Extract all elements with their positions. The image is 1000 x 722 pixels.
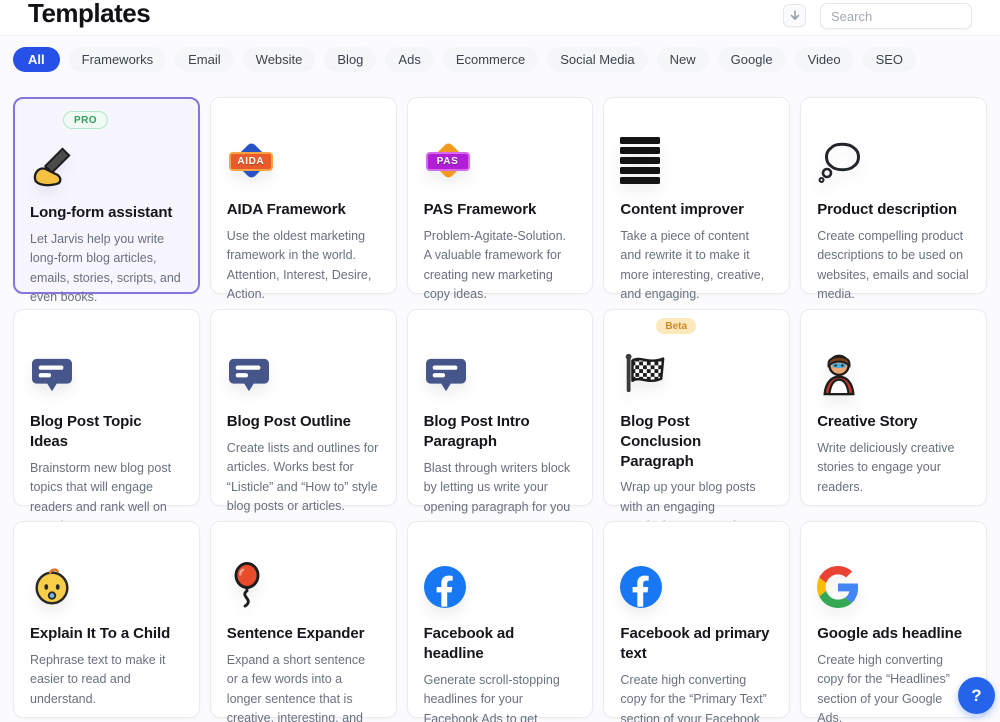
pas-badge-icon: PAS [424, 138, 577, 184]
tab-all[interactable]: All [13, 47, 60, 72]
template-card-aida-framework[interactable]: AIDA AIDA Framework Use the oldest marke… [210, 97, 397, 294]
speech-bubble-icon [424, 350, 577, 396]
facebook-icon [620, 562, 773, 608]
page-title: Templates [28, 0, 150, 29]
card-title: Blog Post Conclusion Paragraph [620, 412, 773, 471]
tab-ecommerce[interactable]: Ecommerce [443, 47, 538, 72]
google-icon [817, 562, 970, 608]
card-description: Create high converting copy for the “Pri… [620, 671, 773, 722]
card-description: Problem-Agitate-Solution. A valuable fra… [424, 227, 577, 305]
beta-badge: Beta [656, 318, 696, 334]
card-title: Blog Post Outline [227, 412, 380, 432]
tab-ads[interactable]: Ads [385, 47, 433, 72]
card-title: Creative Story [817, 412, 970, 432]
writing-hand-icon [30, 141, 183, 187]
template-card-blog-post-intro-paragraph[interactable]: Blog Post Intro Paragraph Blast through … [407, 309, 594, 506]
question-mark-icon: ? [971, 686, 981, 706]
tab-new[interactable]: New [657, 47, 709, 72]
card-description: Create compelling product descriptions t… [817, 227, 970, 305]
template-card-facebook-ad-headline[interactable]: Facebook ad headline Generate scroll-sto… [407, 521, 594, 718]
card-title: Long-form assistant [30, 203, 183, 223]
tab-frameworks[interactable]: Frameworks [69, 47, 167, 72]
speech-bubble-icon [227, 350, 380, 396]
card-title: Content improver [620, 200, 773, 220]
template-card-facebook-ad-primary-text[interactable]: Facebook ad primary text Create high con… [603, 521, 790, 718]
search-input[interactable] [820, 3, 972, 29]
template-card-pas-framework[interactable]: PAS PAS Framework Problem-Agitate-Soluti… [407, 97, 594, 294]
thought-bubble-icon [817, 138, 970, 184]
pro-badge: PRO [63, 111, 108, 129]
speech-bubble-icon [30, 350, 183, 396]
arrow-down-icon [790, 10, 800, 21]
template-card-blog-post-topic-ideas[interactable]: Blog Post Topic Ideas Brainstorm new blo… [13, 309, 200, 506]
sort-filter-button[interactable] [783, 4, 806, 27]
template-card-product-description[interactable]: Product description Create compelling pr… [800, 97, 987, 294]
card-title: Sentence Expander [227, 624, 380, 644]
card-title: Blog Post Intro Paragraph [424, 412, 577, 452]
card-title: AIDA Framework [227, 200, 380, 220]
tab-blog[interactable]: Blog [324, 47, 376, 72]
tab-video[interactable]: Video [795, 47, 854, 72]
template-card-blog-post-outline[interactable]: Blog Post Outline Create lists and outli… [210, 309, 397, 506]
card-title: PAS Framework [424, 200, 577, 220]
card-description: Write deliciously creative stories to en… [817, 439, 970, 498]
template-card-explain-it-to-a-child[interactable]: Explain It To a Child Rephrase text to m… [13, 521, 200, 718]
card-description: Let Jarvis help you write long-form blog… [30, 230, 183, 308]
pas-label: PAS [426, 152, 470, 171]
card-description: Create lists and outlines for articles. … [227, 439, 380, 517]
template-card-creative-story[interactable]: Creative Story Write deliciously creativ… [800, 309, 987, 506]
template-card-long-form-assistant[interactable]: PRO Long-form assistant Let Jarvis help … [13, 97, 200, 294]
top-bar: Templates [0, 0, 1000, 36]
category-tabs: All Frameworks Email Website Blog Ads Ec… [13, 47, 1000, 72]
facebook-icon [424, 562, 577, 608]
tab-seo[interactable]: SEO [863, 47, 916, 72]
template-card-blog-post-conclusion-paragraph[interactable]: Beta Blog Post Conclusion Paragraph Wrap… [603, 309, 790, 506]
card-title: Blog Post Topic Ideas [30, 412, 183, 452]
card-title: Explain It To a Child [30, 624, 183, 644]
balloon-icon [227, 562, 380, 608]
checkered-flag-icon [620, 350, 773, 396]
card-description: Create high converting copy for the “Hea… [817, 651, 970, 722]
card-description: Expand a short sentence or a few words i… [227, 651, 380, 722]
text-lines-icon [620, 138, 773, 184]
aida-label: AIDA [229, 152, 273, 171]
baby-icon [30, 562, 183, 608]
tab-website[interactable]: Website [243, 47, 316, 72]
card-title: Facebook ad primary text [620, 624, 773, 664]
tab-social-media[interactable]: Social Media [547, 47, 647, 72]
template-card-sentence-expander[interactable]: Sentence Expander Expand a short sentenc… [210, 521, 397, 718]
card-description: Use the oldest marketing framework in th… [227, 227, 380, 305]
tab-email[interactable]: Email [175, 47, 234, 72]
card-description: Generate scroll-stopping headlines for y… [424, 671, 577, 722]
card-title: Google ads headline [817, 624, 970, 644]
card-title: Facebook ad headline [424, 624, 577, 664]
card-description: Rephrase text to make it easier to read … [30, 651, 183, 710]
card-description: Take a piece of content and rewrite it t… [620, 227, 773, 305]
template-grid: PRO Long-form assistant Let Jarvis help … [13, 97, 987, 718]
superhero-icon [817, 350, 970, 396]
card-title: Product description [817, 200, 970, 220]
tab-google[interactable]: Google [718, 47, 786, 72]
aida-badge-icon: AIDA [227, 138, 380, 184]
card-description: Blast through writers block by letting u… [424, 459, 577, 518]
template-card-content-improver[interactable]: Content improver Take a piece of content… [603, 97, 790, 294]
help-button[interactable]: ? [958, 677, 995, 714]
